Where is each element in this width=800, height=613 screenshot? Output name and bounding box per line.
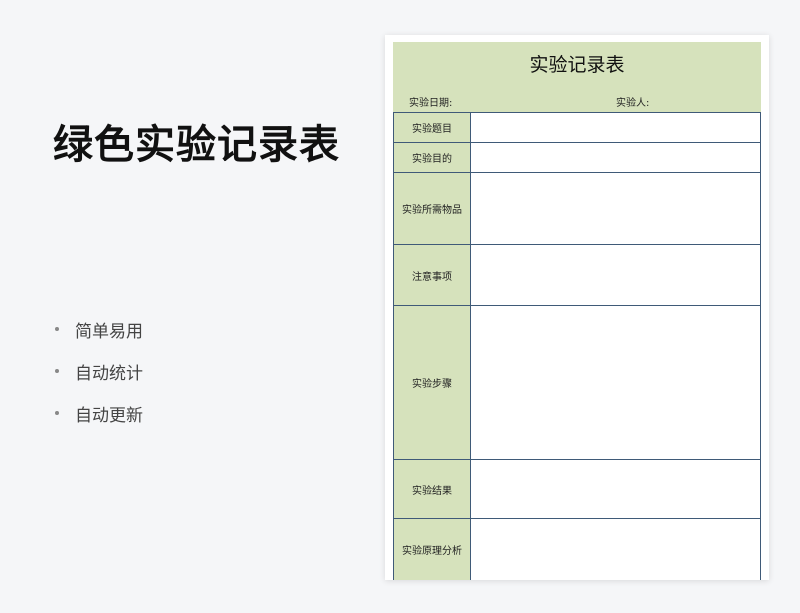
person-label: 实验人: xyxy=(616,98,650,109)
row-label: 实验目的 xyxy=(393,142,471,173)
date-label: 实验日期: xyxy=(409,98,453,109)
table-row: 实验目的 xyxy=(393,142,761,173)
feature-list: 简单易用 自动统计 自动更新 xyxy=(55,308,143,434)
row-label: 注意事项 xyxy=(393,244,471,306)
results-cell[interactable] xyxy=(470,459,761,519)
bullet-icon xyxy=(55,327,59,331)
experiment-purpose-cell[interactable] xyxy=(470,142,761,173)
row-label: 实验结果 xyxy=(393,459,471,519)
row-label: 实验所需物品 xyxy=(393,172,471,245)
record-table: 实验题目 实验目的 实验所需物品 注意事项 实验步骤 实验结果 实验原理分析 xyxy=(393,112,761,580)
feature-label: 简单易用 xyxy=(75,321,143,342)
table-row: 实验步骤 xyxy=(393,305,761,460)
table-row: 实验原理分析 xyxy=(393,518,761,580)
feature-item: 自动更新 xyxy=(55,392,143,434)
promo-title: 绿色实验记录表 xyxy=(53,122,340,168)
bullet-icon xyxy=(55,369,59,373)
record-sheet: 实验记录表 实验日期: 实验人: 实验题目 实验目的 实验所需物品 注意事项 实… xyxy=(385,35,769,580)
feature-item: 自动统计 xyxy=(55,350,143,392)
row-label: 实验原理分析 xyxy=(393,518,471,580)
feature-item: 简单易用 xyxy=(55,308,143,350)
row-label: 实验步骤 xyxy=(393,305,471,460)
materials-cell[interactable] xyxy=(470,172,761,245)
bullet-icon xyxy=(55,411,59,415)
table-row: 实验结果 xyxy=(393,459,761,519)
feature-label: 自动更新 xyxy=(75,405,143,426)
row-label: 实验题目 xyxy=(393,112,471,143)
table-row: 注意事项 xyxy=(393,244,761,306)
principle-analysis-cell[interactable] xyxy=(470,518,761,580)
experiment-title-cell[interactable] xyxy=(470,112,761,143)
feature-label: 自动统计 xyxy=(75,363,143,384)
precautions-cell[interactable] xyxy=(470,244,761,306)
table-row: 实验所需物品 xyxy=(393,172,761,245)
sheet-title: 实验记录表 xyxy=(529,54,625,76)
table-row: 实验题目 xyxy=(393,112,761,143)
steps-cell[interactable] xyxy=(470,305,761,460)
